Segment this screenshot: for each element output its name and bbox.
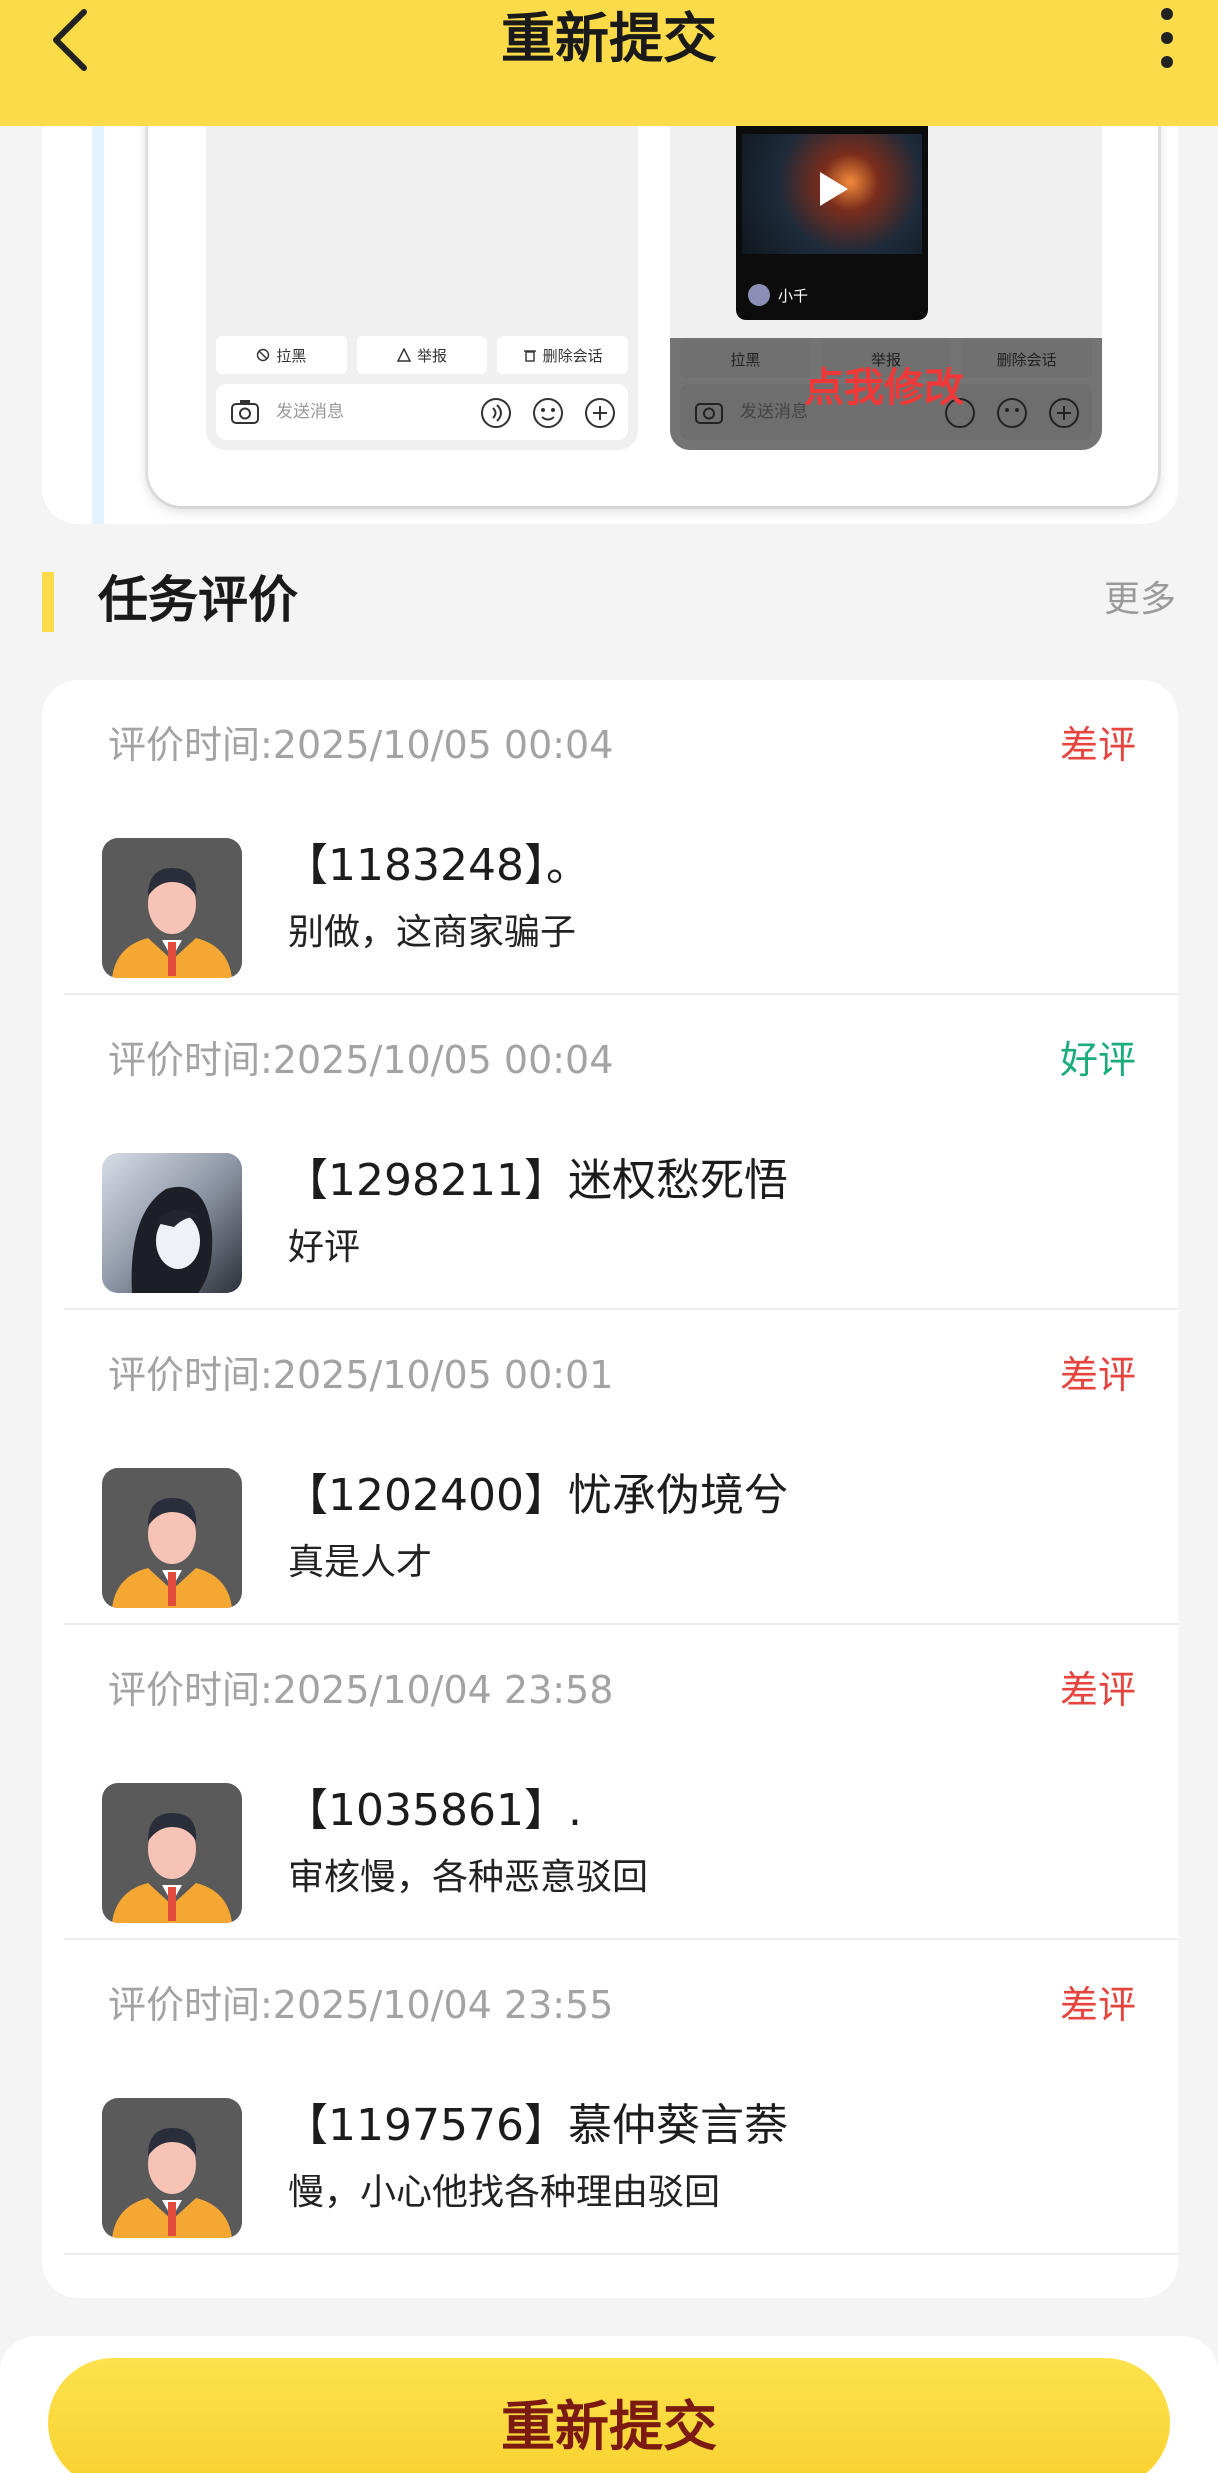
plus-icon [585, 398, 615, 428]
bottom-action-bar: 重新提交 [0, 2336, 1218, 2473]
review-item[interactable]: 评价时间:2025/10/05 00:01 差评 【1202400】忧承伪境兮 … [42, 1310, 1178, 1625]
reviewer-name: 【1035861】. [284, 1785, 582, 1836]
chat-input-bar: 发送消息 [216, 384, 628, 440]
warning-icon [397, 348, 411, 362]
block-action: 拉黑 [680, 340, 811, 378]
resubmit-button[interactable]: 重新提交 [48, 2358, 1170, 2473]
video-author: 小千 [748, 284, 808, 306]
review-comment: 好评 [288, 1227, 361, 1268]
review-rating: 好评 [1059, 1038, 1136, 1082]
delete-chat-action: 删除会话 [497, 336, 629, 374]
author-avatar [748, 284, 770, 306]
report-label: 举报 [417, 346, 448, 365]
example-screenshot-card: 拉黑 举报 删除会话 发送消息 小千 拉黑 举报 删除会话 发送消息 [42, 126, 1178, 524]
review-item[interactable]: 评价时间:2025/10/04 23:55 差评 【1197576】慕仲葵言萘 … [42, 1940, 1178, 2255]
delete-chat-action: 删除会话 [961, 340, 1093, 378]
review-comment: 真是人才 [288, 1542, 433, 1583]
block-label: 拉黑 [276, 346, 307, 365]
review-item[interactable]: 评价时间:2025/10/05 00:04 差评 【1183248】。 别做，这… [42, 680, 1178, 995]
emoji-icon [533, 398, 563, 428]
avatar [102, 1468, 242, 1608]
avatar [102, 838, 242, 978]
review-time: 评价时间:2025/10/05 00:01 [108, 1353, 614, 1397]
review-rating: 差评 [1059, 1668, 1136, 1712]
report-action: 举报 [356, 336, 488, 374]
delete-chat-label: 删除会话 [996, 350, 1057, 369]
page-title: 重新提交 [501, 7, 717, 70]
section-title: 任务评价 [98, 571, 298, 629]
avatar [102, 2098, 242, 2238]
play-icon [820, 172, 848, 206]
voice-icon [481, 398, 511, 428]
reviewer-name: 【1197576】慕仲葵言萘 [284, 2100, 788, 2151]
review-rating: 差评 [1059, 1353, 1136, 1397]
delete-chat-label: 删除会话 [542, 346, 603, 365]
review-rating: 差评 [1059, 723, 1136, 767]
video-author-name: 小千 [778, 286, 809, 305]
emoji-icon [997, 398, 1027, 428]
reviewer-name: 【1202400】忧承伪境兮 [284, 1470, 788, 1521]
more-vertical-icon [1161, 8, 1173, 68]
block-icon [257, 348, 270, 362]
video-thumbnail: 小千 [736, 126, 928, 320]
review-time: 评价时间:2025/10/05 00:04 [108, 723, 614, 767]
avatar [102, 1153, 242, 1293]
more-reviews-link[interactable]: 更多 [1104, 576, 1176, 624]
more-button[interactable] [1140, 2, 1194, 72]
chat-input-placeholder: 发送消息 [276, 402, 344, 422]
example-image-left[interactable]: 拉黑 举报 删除会话 发送消息 [206, 126, 638, 450]
trash-icon [523, 350, 536, 362]
review-item[interactable]: 评价时间:2025/10/04 23:58 差评 【1035861】. 审核慢，… [42, 1625, 1178, 1940]
block-label: 拉黑 [730, 350, 761, 369]
review-time: 评价时间:2025/10/04 23:55 [108, 1983, 614, 2027]
card-accent-stripe [92, 126, 104, 524]
review-comment: 审核慢，各种恶意驳回 [288, 1857, 649, 1898]
avatar [102, 1783, 242, 1923]
divider [64, 2253, 1178, 2255]
review-rating: 差评 [1059, 1983, 1136, 2027]
plus-icon [1049, 398, 1079, 428]
review-comment: 慢，小心他找各种理由驳回 [288, 2172, 721, 2213]
section-accent-bar [42, 572, 54, 632]
reviewer-name: 【1183248】。 [284, 840, 590, 891]
review-time: 评价时间:2025/10/04 23:58 [108, 1668, 614, 1712]
top-app-bar: 重新提交 [0, 0, 1218, 126]
chat-action-row: 拉黑 举报 删除会话 [216, 336, 629, 374]
block-action: 拉黑 [216, 336, 347, 374]
reviews-list: 评价时间:2025/10/05 00:04 差评 【1183248】。 别做，这… [42, 680, 1178, 2298]
edit-hint-link[interactable]: 点我修改 [804, 364, 964, 412]
review-time: 评价时间:2025/10/05 00:04 [108, 1038, 614, 1082]
camera-icon [231, 400, 259, 424]
camera-icon [695, 403, 723, 424]
reviewer-name: 【1298211】迷权愁死悟 [284, 1155, 788, 1206]
review-comment: 别做，这商家骗子 [288, 912, 577, 953]
review-item[interactable]: 评价时间:2025/10/05 00:04 好评 【1298211】迷权愁死悟 … [42, 995, 1178, 1310]
chat-input-placeholder: 发送消息 [740, 402, 808, 422]
